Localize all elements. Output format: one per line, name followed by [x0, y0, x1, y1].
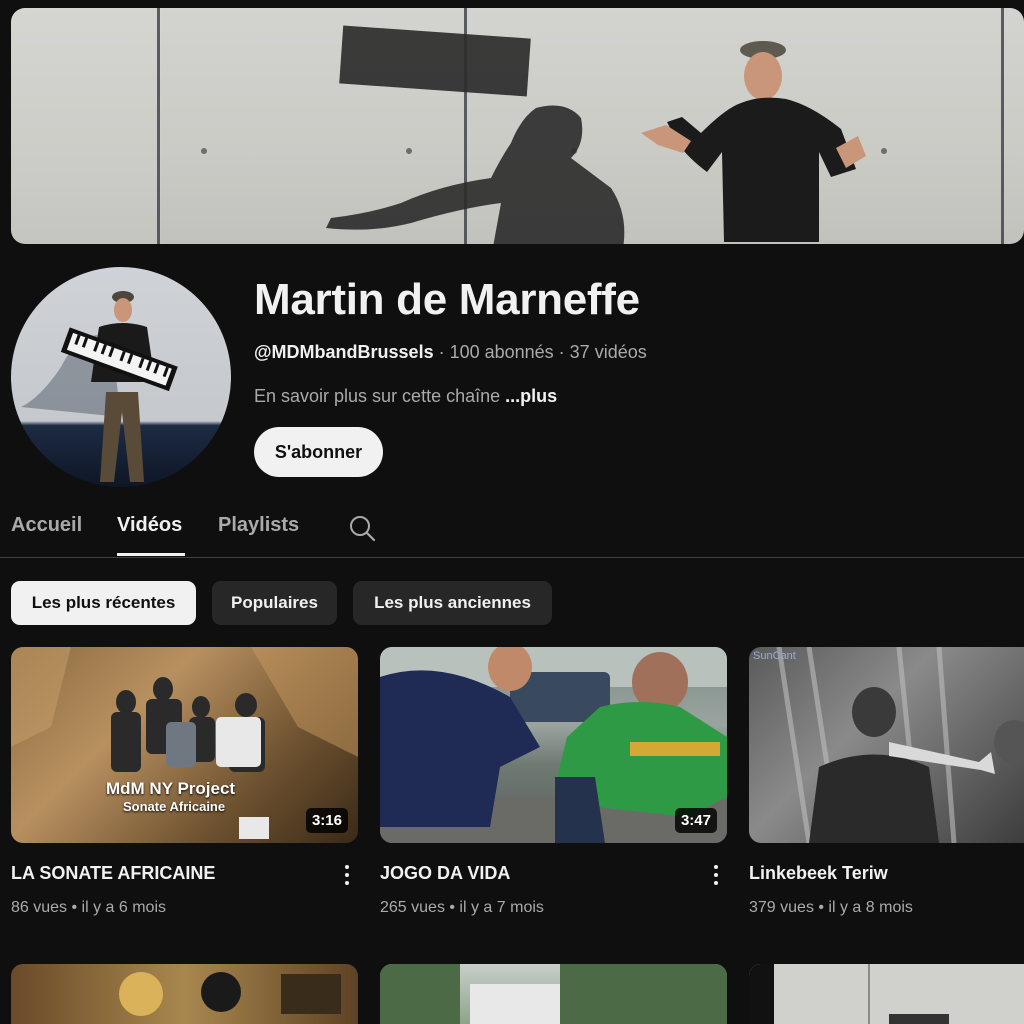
banner-wall-hole — [201, 148, 207, 154]
video-meta: 86 vues • il y a 6 mois — [11, 899, 166, 916]
channel-name: Martin de Marneffe — [254, 275, 640, 324]
video-thumbnail[interactable] — [380, 964, 727, 1024]
thumbnail-overlay-title: MdM NY Project — [106, 779, 236, 798]
chip-latest[interactable]: Les plus récentes — [11, 581, 196, 625]
active-tab-indicator — [117, 553, 185, 556]
tab-playlists[interactable]: Playlists — [218, 514, 299, 537]
chip-popular[interactable]: Populaires — [212, 581, 337, 625]
thumbnail-overlay-subtitle: Sonate Africaine — [123, 799, 226, 814]
channel-banner — [11, 8, 1024, 244]
about-more-link[interactable]: ...plus — [505, 386, 557, 406]
banner-person-shadow — [326, 105, 625, 244]
channel-stats: · 100 abonnés · 37 vidéos — [433, 342, 647, 362]
thumbnail-scene — [749, 964, 949, 1024]
video-duration: 3:47 — [674, 808, 717, 833]
thumbnail-scene — [776, 647, 1024, 843]
banner-person — [641, 41, 866, 242]
thumbnail-scene — [380, 964, 727, 1024]
subscribe-button[interactable]: S'abonner — [254, 427, 383, 477]
channel-handle[interactable]: @MDMbandBrussels — [254, 342, 434, 362]
video-card[interactable]: MdM NY Project Sonate Africaine 3:16 LA … — [11, 647, 358, 916]
channel-tabs: Accueil Vidéos Playlists — [0, 500, 1024, 558]
channel-meta: @MDMbandBrussels · 100 abonnés · 37 vidé… — [254, 342, 647, 363]
banner-wall-hole — [881, 148, 887, 154]
video-title[interactable]: JOGO DA VIDA — [380, 863, 510, 884]
thumbnail-scene — [119, 972, 341, 1016]
video-thumbnail[interactable] — [749, 964, 1024, 1024]
video-title[interactable]: Linkebeek Teriw — [749, 863, 888, 884]
banner-sign-shadow — [339, 25, 531, 97]
video-thumbnail[interactable]: 3:47 — [380, 647, 727, 843]
video-meta: 379 vues • il y a 8 mois — [749, 899, 913, 916]
channel-avatar[interactable] — [11, 267, 231, 487]
chip-oldest[interactable]: Les plus anciennes — [353, 581, 552, 625]
more-vert-icon[interactable] — [342, 863, 352, 887]
tab-home[interactable]: Accueil — [11, 514, 82, 537]
channel-about[interactable]: En savoir plus sur cette chaîne ...plus — [254, 386, 557, 407]
video-meta: 265 vues • il y a 7 mois — [380, 899, 544, 916]
video-duration: 3:16 — [305, 808, 348, 833]
video-card[interactable]: 3:47 JOGO DA VIDA 265 vues • il y a 7 mo… — [380, 647, 727, 916]
video-title[interactable]: LA SONATE AFRICAINE — [11, 863, 215, 884]
banner-seam — [1001, 8, 1004, 244]
search-icon[interactable] — [347, 513, 377, 543]
more-vert-icon[interactable] — [711, 863, 721, 887]
tab-videos[interactable]: Vidéos — [117, 514, 182, 537]
banner-seam — [157, 8, 160, 244]
video-thumbnail[interactable]: MdM NY Project Sonate Africaine 3:16 — [11, 647, 358, 843]
video-thumbnail[interactable]: SunCant — [749, 647, 1024, 843]
video-thumbnail[interactable] — [11, 964, 358, 1024]
video-card[interactable]: SunCant Linkebeek Teriw 379 vues • il y … — [749, 647, 1024, 916]
thumbnail-watermark: SunCant — [753, 650, 796, 662]
avatar-image — [21, 291, 178, 482]
banner-wall-panel — [11, 8, 161, 244]
about-text: En savoir plus sur cette chaîne — [254, 386, 506, 406]
